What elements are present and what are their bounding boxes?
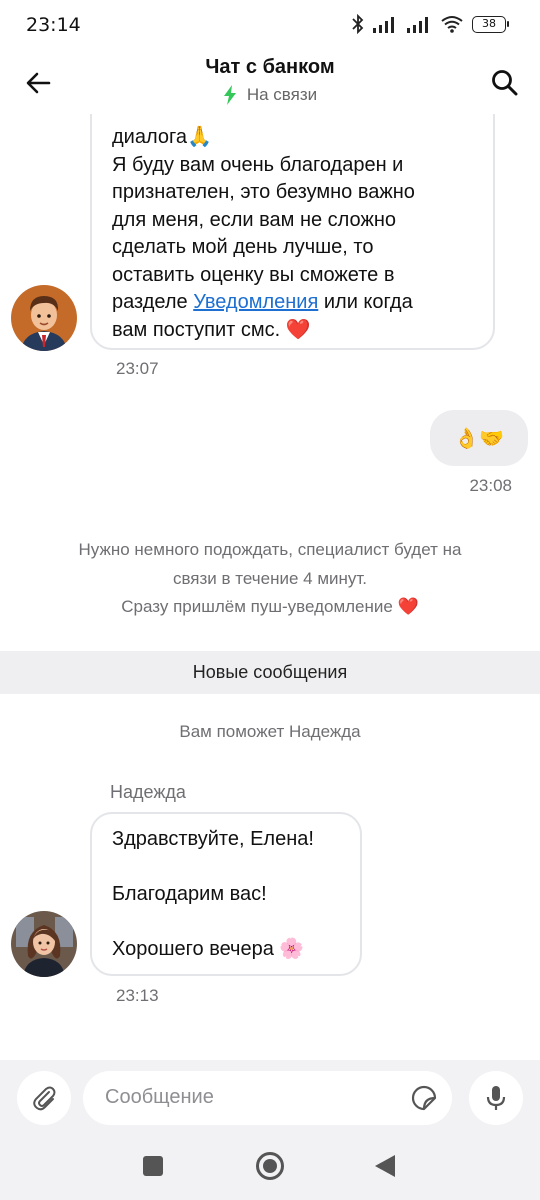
message-time: 23:08 [469,476,512,495]
message-spacer [112,854,340,882]
attach-button[interactable] [17,1071,71,1125]
connection-status-label: На связи [246,85,318,104]
message-line: разделе Уведомления или когда [112,291,413,313]
search-button[interactable] [488,66,522,100]
pray-emoji: 🙏 [186,126,212,148]
recent-apps-button[interactable] [143,1156,163,1176]
home-button[interactable] [256,1152,284,1180]
message-time: 23:13 [116,986,159,1005]
message-line: диалога🙏 [112,126,212,148]
status-bar: 23:14 38 [0,0,540,52]
heart-emoji: ❤️ [285,318,311,341]
notifications-link[interactable]: Уведомления [193,291,318,313]
message-line: Хорошего вечера 🌸 [112,938,305,960]
message-line: оставить оценку вы сможете в [112,263,395,286]
microphone-icon [486,1086,506,1110]
status-time: 23:14 [26,14,81,36]
operator-avatar [11,911,77,977]
sticker-button[interactable] [410,1084,438,1112]
message-line: вам поступит смс. ❤️ [112,318,311,341]
operator-assigned-notice: Вам поможет Надежда [179,722,361,741]
message-spacer [112,909,340,937]
chat-header: Чат с банком На связи [0,52,540,114]
bank-avatar [11,285,77,351]
connection-status: На связи [0,85,540,105]
message-line: сделать мой день лучше, то [112,236,374,258]
message-composer: Сообщение [0,1060,540,1136]
home-icon [263,1159,277,1173]
message-line: признателен, это безумно важно [112,181,415,203]
battery-icon: 38 [472,15,509,33]
message-line: Я буду вам очень благодарен и [112,153,404,176]
new-messages-divider: Новые сообщения [0,651,540,694]
message-input[interactable]: Сообщение [83,1071,452,1125]
bank-message-bubble: диалога🙏 Я буду вам очень благодарен и п… [90,114,495,350]
sticker-icon [411,1085,437,1111]
lightning-icon [223,85,236,105]
bluetooth-icon [352,14,364,34]
system-message: Нужно немного подождать, специалист буде… [78,540,462,616]
chat-title: Чат с банком [205,56,335,78]
search-icon [492,70,518,96]
system-nav-bar [0,1136,540,1200]
system-back-button[interactable] [375,1155,395,1177]
signal-icon-2 [407,17,428,33]
status-icons: 38 [352,14,509,34]
message-line: Благодарим вас! [112,883,267,905]
wifi-icon [441,16,463,33]
operator-name: Надежда [110,782,186,802]
message-line: для меня, если вам не сложно [112,208,397,231]
paperclip-icon [33,1086,56,1111]
operator-message-bubble: Здравствуйте, Елена! Благодарим вас! Хор… [90,812,362,976]
message-input-placeholder: Сообщение [105,1086,214,1108]
message-line: Здравствуйте, Елена! [112,828,314,850]
signal-icon [373,17,394,33]
user-message-bubble: 👌🤝 [430,410,528,466]
chat-messages[interactable]: диалога🙏 Я буду вам очень благодарен и п… [0,114,540,1060]
message-time: 23:07 [116,359,159,378]
microphone-button[interactable] [469,1071,523,1125]
